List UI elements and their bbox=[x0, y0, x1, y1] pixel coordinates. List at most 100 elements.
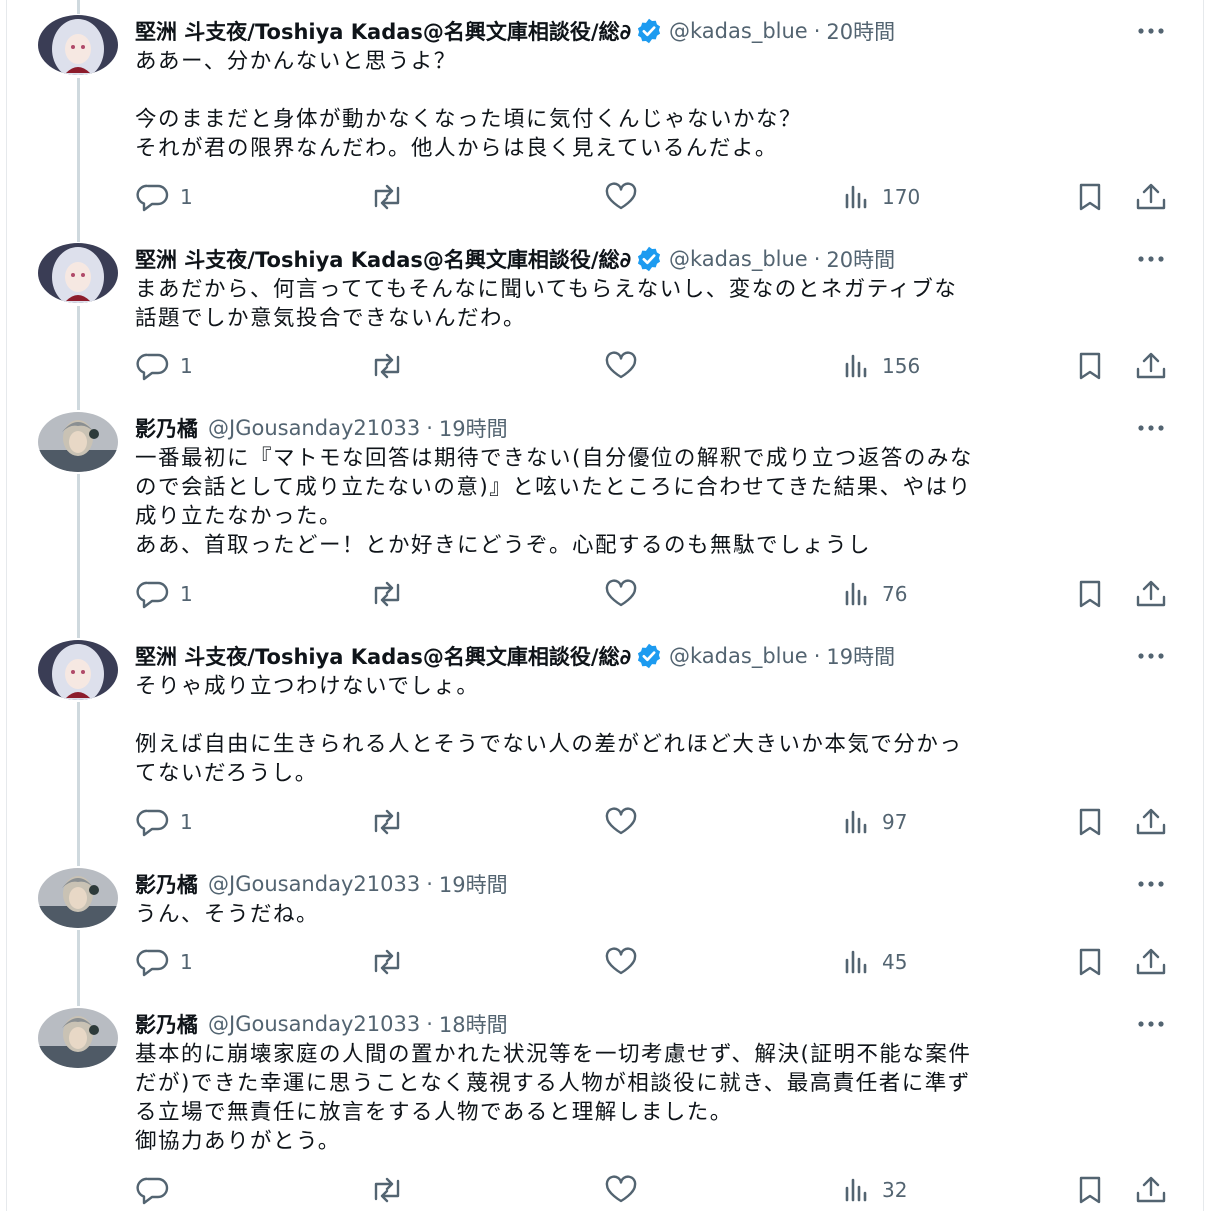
display-name[interactable]: 堅洲 斗支夜/Toshiya Kadas@名興文庫相談役/総∂ bbox=[135, 244, 631, 274]
bookmark-button[interactable] bbox=[1076, 1170, 1104, 1210]
verified-badge-icon[interactable] bbox=[635, 642, 663, 670]
view-count: 45 bbox=[882, 950, 908, 974]
avatar-kadas[interactable] bbox=[38, 640, 118, 700]
avatar-gousanday[interactable] bbox=[38, 412, 118, 472]
display-name[interactable]: 影乃橘 bbox=[135, 869, 198, 899]
timestamp[interactable]: 18時間 bbox=[439, 1009, 508, 1039]
reply-button[interactable]: 1 bbox=[136, 574, 193, 614]
tweet-line: てないだろうし。 bbox=[135, 761, 318, 786]
user-handle[interactable]: @JGousanday21033 bbox=[208, 416, 420, 440]
user-handle[interactable]: @kadas_blue bbox=[669, 19, 808, 43]
share-button[interactable] bbox=[1134, 574, 1168, 614]
retweet-icon bbox=[374, 353, 400, 379]
bookmark-button[interactable] bbox=[1076, 802, 1104, 842]
tweet-line: 話題でしか意気投合できないんだわ。 bbox=[135, 306, 527, 331]
tweet-text: ああー、分かんないと思うよ？ 今のままだと身体が動かなくなった頃に気付くんじゃな… bbox=[135, 47, 1165, 163]
tweet-line: まあだから、何言っててもそんなに聞いてもらえないし、変なのとネガティブな bbox=[135, 277, 958, 302]
tweet-header: 堅洲 斗支夜/Toshiya Kadas@名興文庫相談役/総∂ @kadas_b… bbox=[135, 640, 1175, 672]
tweet-text: うん、そうだね。 bbox=[135, 900, 1165, 929]
share-button[interactable] bbox=[1134, 346, 1168, 386]
display-name[interactable]: 影乃橘 bbox=[135, 1009, 198, 1039]
more-options-icon[interactable] bbox=[1134, 243, 1168, 275]
tweet-line: うん、そうだね。 bbox=[135, 902, 320, 927]
views-button[interactable]: 32 bbox=[842, 1170, 907, 1210]
reply-icon bbox=[136, 1177, 169, 1205]
bookmark-icon bbox=[1079, 352, 1101, 380]
timestamp[interactable]: 19時間 bbox=[826, 641, 895, 671]
user-handle[interactable]: @kadas_blue bbox=[669, 247, 808, 271]
like-button[interactable] bbox=[603, 346, 639, 386]
timestamp[interactable]: 20時間 bbox=[826, 244, 895, 274]
avatar-gousanday[interactable] bbox=[38, 868, 118, 928]
retweet-button[interactable] bbox=[368, 1170, 406, 1210]
user-handle[interactable]: @kadas_blue bbox=[669, 644, 808, 668]
retweet-button[interactable] bbox=[368, 177, 406, 217]
tweet-header: 堅洲 斗支夜/Toshiya Kadas@名興文庫相談役/総∂ @kadas_b… bbox=[135, 243, 1175, 275]
retweet-button[interactable] bbox=[368, 346, 406, 386]
heart-icon bbox=[605, 182, 637, 210]
reply-button[interactable]: 1 bbox=[136, 346, 193, 386]
like-button[interactable] bbox=[603, 1170, 639, 1210]
separator-dot: · bbox=[813, 644, 821, 668]
share-icon bbox=[1136, 1176, 1166, 1203]
heart-icon bbox=[605, 947, 637, 975]
views-button[interactable]: 156 bbox=[842, 346, 920, 386]
display-name[interactable]: 堅洲 斗支夜/Toshiya Kadas@名興文庫相談役/総∂ bbox=[135, 16, 631, 46]
retweet-button[interactable] bbox=[368, 574, 406, 614]
heart-icon bbox=[605, 579, 637, 607]
tweet-line: だが)できた幸運に思うことなく蔑視する人物が相談役に就き、最高責任者に準ず bbox=[135, 1071, 971, 1096]
like-button[interactable] bbox=[603, 802, 639, 842]
avatar-gousanday[interactable] bbox=[38, 1008, 118, 1068]
reply-button[interactable]: 1 bbox=[136, 177, 193, 217]
views-button[interactable]: 170 bbox=[842, 177, 920, 217]
view-count: 170 bbox=[882, 185, 921, 209]
tweet-header: 影乃橘 @JGousanday21033 · 19時間 bbox=[135, 868, 1175, 900]
bookmark-icon bbox=[1079, 1176, 1101, 1204]
reply-button[interactable]: 1 bbox=[136, 802, 193, 842]
view-count: 32 bbox=[882, 1178, 908, 1202]
display-name[interactable]: 影乃橘 bbox=[135, 413, 198, 443]
tweet-line: そりゃ成り立つわけないでしょ。 bbox=[135, 674, 480, 699]
separator-dot: · bbox=[426, 416, 433, 440]
timestamp[interactable]: 19時間 bbox=[439, 413, 508, 443]
views-button[interactable]: 76 bbox=[842, 574, 907, 614]
avatar-kadas[interactable] bbox=[38, 243, 118, 303]
retweet-button[interactable] bbox=[368, 802, 406, 842]
bookmark-button[interactable] bbox=[1076, 942, 1104, 982]
views-button[interactable]: 97 bbox=[842, 802, 907, 842]
like-button[interactable] bbox=[603, 574, 639, 614]
share-button[interactable] bbox=[1134, 802, 1168, 842]
timestamp[interactable]: 19時間 bbox=[439, 869, 508, 899]
share-button[interactable] bbox=[1134, 177, 1168, 217]
like-button[interactable] bbox=[603, 942, 639, 982]
reply-count: 1 bbox=[180, 810, 193, 834]
separator-dot: · bbox=[426, 872, 433, 896]
reply-icon bbox=[136, 809, 169, 837]
avatar-kadas[interactable] bbox=[38, 15, 118, 75]
bookmark-button[interactable] bbox=[1076, 574, 1104, 614]
more-options-icon[interactable] bbox=[1134, 640, 1168, 672]
like-button[interactable] bbox=[603, 177, 639, 217]
view-count: 76 bbox=[882, 582, 908, 606]
bookmark-button[interactable] bbox=[1076, 177, 1104, 217]
user-handle[interactable]: @JGousanday21033 bbox=[208, 872, 420, 896]
more-options-icon[interactable] bbox=[1134, 15, 1168, 47]
more-options-icon[interactable] bbox=[1134, 1008, 1168, 1040]
share-button[interactable] bbox=[1134, 1170, 1168, 1210]
thread-line bbox=[77, 0, 80, 14]
share-button[interactable] bbox=[1134, 942, 1168, 982]
tweet-action-bar: 1 156 bbox=[0, 346, 1211, 386]
bookmark-button[interactable] bbox=[1076, 346, 1104, 386]
retweet-button[interactable] bbox=[368, 942, 406, 982]
timestamp[interactable]: 20時間 bbox=[826, 16, 895, 46]
verified-badge-icon[interactable] bbox=[635, 17, 663, 45]
user-handle[interactable]: @JGousanday21033 bbox=[208, 1012, 420, 1036]
reply-button[interactable] bbox=[136, 1170, 180, 1210]
display-name[interactable]: 堅洲 斗支夜/Toshiya Kadas@名興文庫相談役/総∂ bbox=[135, 641, 631, 671]
reply-icon bbox=[136, 184, 169, 212]
verified-badge-icon[interactable] bbox=[635, 245, 663, 273]
reply-button[interactable]: 1 bbox=[136, 942, 193, 982]
views-button[interactable]: 45 bbox=[842, 942, 907, 982]
more-options-icon[interactable] bbox=[1134, 412, 1168, 444]
more-options-icon[interactable] bbox=[1134, 868, 1168, 900]
